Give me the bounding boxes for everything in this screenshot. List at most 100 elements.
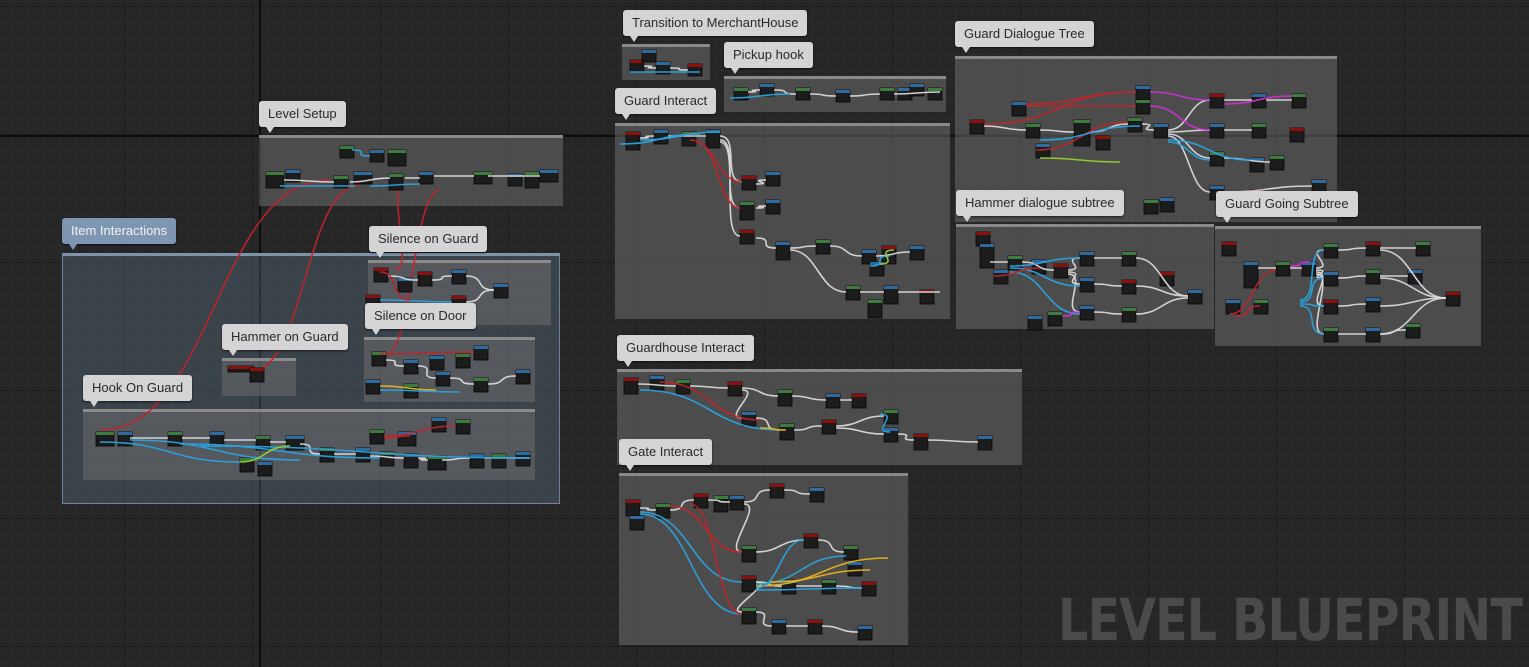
blueprint-node[interactable] [739, 229, 755, 245]
comment-label-hammer-on-guard[interactable]: Hammer on Guard [222, 324, 348, 356]
comment-label-guard-going-subtree[interactable]: Guard Going Subtree [1216, 191, 1358, 223]
blueprint-node[interactable] [1079, 251, 1095, 267]
blueprint-node[interactable] [1289, 127, 1305, 143]
blueprint-node[interactable] [777, 389, 793, 407]
comment-label-level-setup[interactable]: Level Setup [259, 101, 346, 133]
blueprint-node[interactable] [1079, 277, 1095, 293]
blueprint-node[interactable] [1243, 261, 1259, 289]
comment-label-guard-dialogue-tree[interactable]: Guard Dialogue Tree [955, 21, 1094, 53]
blueprint-node[interactable] [1053, 263, 1069, 279]
blueprint-node[interactable] [843, 545, 859, 561]
blueprint-node[interactable] [1047, 311, 1063, 327]
comment-label-silence-on-door[interactable]: Silence on Door [365, 303, 476, 335]
blueprint-node[interactable] [825, 393, 841, 409]
blueprint-node[interactable] [713, 495, 729, 513]
blueprint-node[interactable] [1095, 135, 1111, 151]
blueprint-node[interactable] [815, 239, 831, 255]
blueprint-node[interactable] [1121, 251, 1137, 267]
blueprint-node[interactable] [779, 423, 795, 441]
blueprint-node[interactable] [883, 285, 899, 305]
blueprint-node[interactable] [435, 371, 451, 387]
blueprint-node[interactable] [1275, 261, 1291, 277]
blueprint-node[interactable] [451, 269, 467, 285]
blueprint-node[interactable] [1365, 327, 1381, 343]
blueprint-node[interactable] [515, 451, 531, 467]
blueprint-node[interactable] [455, 419, 471, 435]
blueprint-node[interactable] [95, 431, 115, 447]
blueprint-node[interactable] [765, 199, 781, 215]
blueprint-node[interactable] [977, 435, 993, 451]
blueprint-node[interactable] [1269, 155, 1285, 171]
blueprint-node[interactable] [909, 83, 925, 97]
blueprint-node[interactable] [1445, 291, 1461, 307]
blueprint-node[interactable] [1127, 117, 1143, 133]
blueprint-node[interactable] [1323, 299, 1339, 315]
blueprint-node[interactable] [729, 495, 745, 511]
blueprint-node[interactable] [1365, 297, 1381, 313]
blueprint-node[interactable] [431, 417, 447, 433]
blueprint-node[interactable] [1415, 241, 1431, 257]
blueprint-node[interactable] [473, 377, 489, 393]
blueprint-node[interactable] [388, 173, 404, 191]
blueprint-node[interactable] [847, 561, 863, 577]
blueprint-node[interactable] [775, 241, 791, 261]
blueprint-node[interactable] [993, 269, 1009, 285]
blueprint-node[interactable] [1027, 315, 1043, 331]
blueprint-node[interactable] [687, 63, 703, 77]
comment-label-silence-on-guard[interactable]: Silence on Guard [369, 226, 488, 258]
blueprint-node[interactable] [803, 533, 819, 549]
blueprint-node[interactable] [1253, 299, 1269, 315]
blueprint-node[interactable] [625, 499, 641, 517]
blueprint-node[interactable] [369, 149, 385, 163]
blueprint-node[interactable] [418, 171, 434, 185]
blueprint-node[interactable] [809, 487, 825, 503]
blueprint-node[interactable] [1221, 241, 1237, 257]
blueprint-node[interactable] [851, 393, 867, 409]
blueprint-node[interactable] [741, 575, 757, 593]
blueprint-node[interactable] [741, 607, 757, 625]
blueprint-node[interactable] [821, 419, 837, 435]
blueprint-node[interactable] [429, 355, 445, 371]
blueprint-node[interactable] [913, 433, 929, 451]
blueprint-node[interactable] [741, 545, 757, 563]
blueprint-node[interactable] [821, 579, 837, 595]
blueprint-node[interactable] [355, 447, 371, 463]
blueprint-node[interactable] [373, 267, 389, 283]
comment-label-hammer-dialogue-subtree[interactable]: Hammer dialogue subtree [956, 190, 1124, 222]
blueprint-node[interactable] [835, 89, 851, 103]
blueprint-node[interactable] [1135, 85, 1151, 101]
blueprint-node[interactable] [771, 619, 787, 635]
blueprint-node[interactable] [1135, 99, 1151, 115]
blueprint-node[interactable] [1079, 305, 1095, 321]
blueprint-node[interactable] [739, 201, 755, 221]
blueprint-node[interactable] [879, 87, 895, 101]
blueprint-node[interactable] [1011, 101, 1027, 117]
blueprint-node[interactable] [369, 429, 385, 445]
blueprint-node[interactable] [909, 245, 925, 261]
blueprint-node[interactable] [727, 381, 743, 397]
comment-label-guardhouse-interact[interactable]: Guardhouse Interact [617, 335, 754, 367]
blueprint-node[interactable] [473, 171, 493, 185]
blueprint-node[interactable] [867, 299, 883, 319]
blueprint-node[interactable] [641, 49, 657, 63]
blueprint-node[interactable] [625, 131, 641, 151]
blueprint-node[interactable] [493, 283, 509, 299]
blueprint-node[interactable] [927, 87, 943, 101]
blueprint-node[interactable] [339, 145, 355, 159]
blueprint-node[interactable] [1035, 143, 1051, 159]
blueprint-node[interactable] [427, 455, 447, 471]
blueprint-node[interactable] [649, 375, 665, 391]
blueprint-node[interactable] [861, 581, 877, 597]
blueprint-node[interactable] [969, 119, 985, 135]
blueprint-node[interactable] [473, 345, 489, 361]
blueprint-node[interactable] [1209, 93, 1225, 109]
blueprint-node[interactable] [807, 619, 823, 635]
blueprint-node[interactable] [455, 353, 471, 369]
blueprint-node[interactable] [387, 149, 407, 167]
blueprint-node[interactable] [257, 461, 273, 477]
blueprint-node[interactable] [1121, 279, 1137, 295]
blueprint-node[interactable] [515, 369, 531, 385]
blueprint-node[interactable] [1121, 307, 1137, 323]
blueprint-node[interactable] [629, 515, 645, 531]
blueprint-node[interactable] [167, 431, 183, 447]
